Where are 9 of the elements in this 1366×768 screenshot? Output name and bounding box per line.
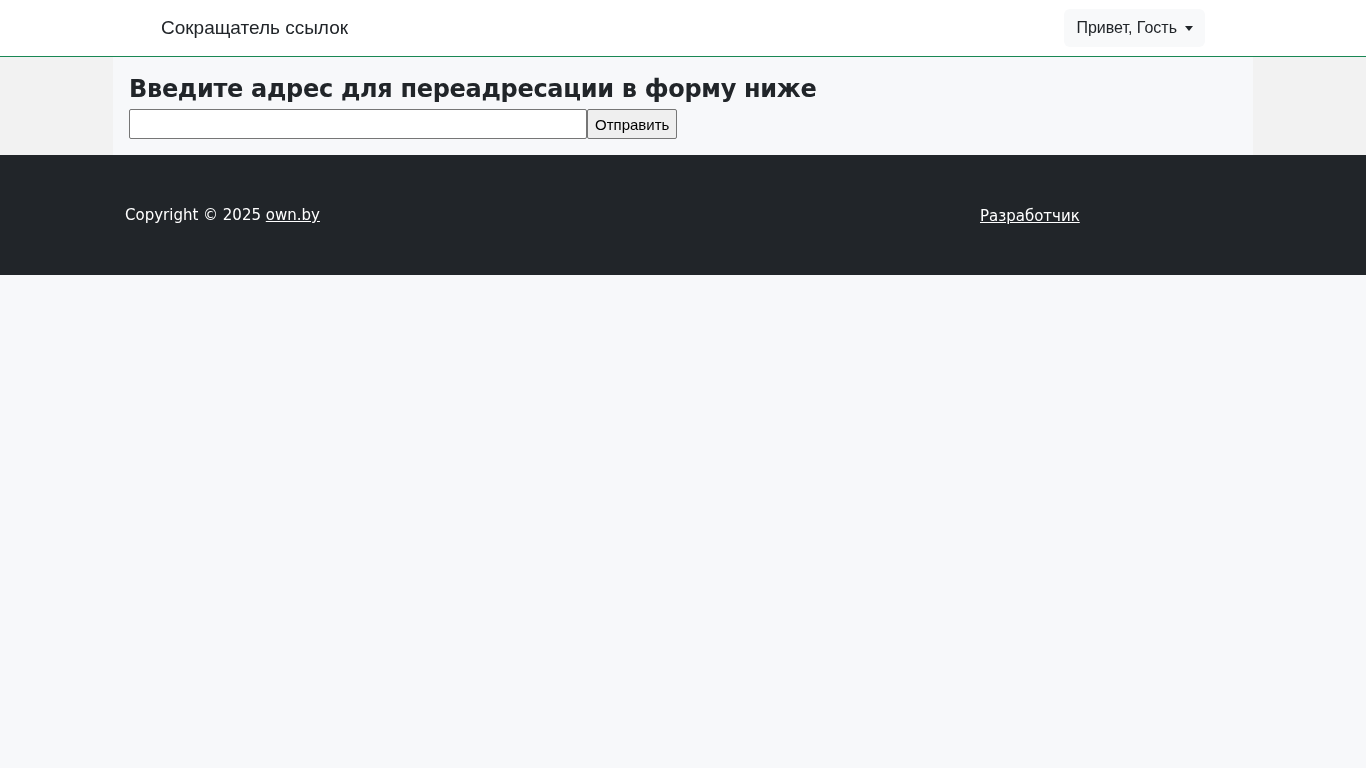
form-heading: Введите адрес для переадресации в форму ниже	[129, 75, 818, 103]
url-input-field[interactable]	[129, 109, 587, 139]
caret-icon	[1185, 25, 1193, 31]
submit-button[interactable]: Отправить	[587, 109, 678, 139]
developer-link[interactable]: Разработчик	[980, 206, 1080, 225]
site-link[interactable]: own.by	[265, 206, 320, 224]
site-title[interactable]: Сокращатель ссылок	[161, 17, 349, 39]
user-menu-button[interactable]: Привет, Гость	[1064, 9, 1205, 47]
copyright-text: Copyright © 2025 own.by	[125, 206, 321, 224]
